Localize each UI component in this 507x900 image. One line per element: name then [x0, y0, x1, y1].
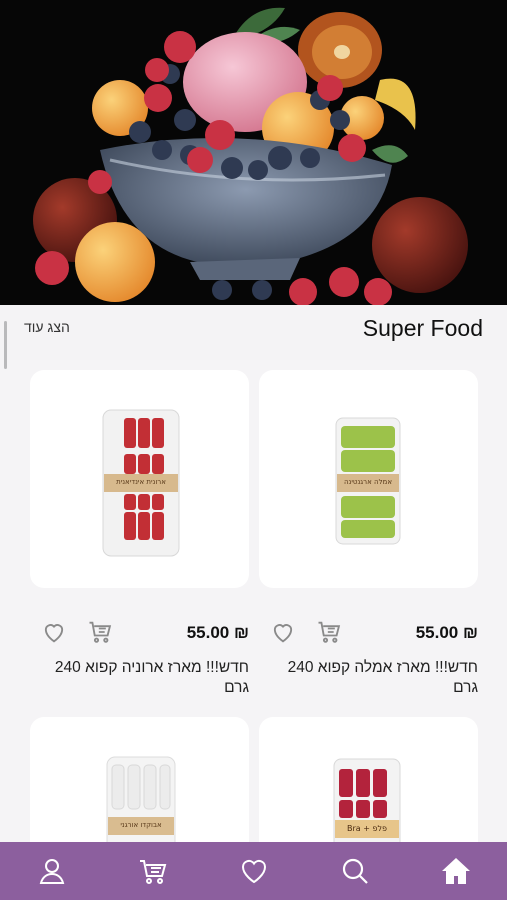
product-image[interactable]: Bra + פלפ [259, 717, 478, 842]
bottom-tab-bar [0, 842, 507, 900]
section-title: Super Food [362, 315, 483, 341]
product-image[interactable]: אבוקדו אורגני [30, 717, 249, 842]
product-name[interactable]: חדש!!! מארז ארוניה קפוא 240 גרם [30, 658, 249, 698]
package-label: ארונית אינדיאנית [116, 478, 166, 486]
add-to-cart-icon[interactable] [86, 618, 114, 646]
product-actions: ₪ 55.00 [30, 618, 249, 648]
cart-icon[interactable] [137, 855, 169, 887]
product-name[interactable]: חדש!!! מארז אמלה קפוא 240 גרם [259, 658, 478, 698]
product-actions: ₪ 55.00 [259, 618, 478, 648]
user-icon[interactable] [36, 855, 68, 887]
hero-banner-image [0, 0, 507, 305]
favorite-heart-icon[interactable] [40, 618, 68, 646]
product-card[interactable]: ארונית אינדיאנית ₪ 55.00 חדש!!! מארז ארו… [30, 370, 249, 696]
product-card[interactable]: Bra + פלפ [259, 717, 478, 842]
heart-icon[interactable] [238, 855, 270, 887]
section-header: הצג עוד Super Food [0, 305, 507, 369]
show-more-link[interactable]: הצג עוד [24, 319, 70, 335]
product-image[interactable]: ארונית אינדיאנית [30, 370, 249, 588]
product-image[interactable]: אמלה ארגנטינה [259, 370, 478, 588]
add-to-cart-icon[interactable] [315, 618, 343, 646]
product-card[interactable]: אמלה ארגנטינה ₪ 55.00 חדש!!! מארז אמלה ק… [259, 370, 478, 696]
home-icon[interactable] [440, 855, 472, 887]
product-price: ₪ 55.00 [415, 623, 478, 642]
product-card[interactable]: אבוקדו אורגני [30, 717, 249, 842]
favorite-heart-icon[interactable] [269, 618, 297, 646]
search-icon[interactable] [339, 855, 371, 887]
package-label: Bra + פלפ [346, 824, 387, 833]
package-label: אבוקדו אורגני [120, 821, 162, 829]
product-price: ₪ 55.00 [186, 623, 249, 642]
product-grid: אמלה ארגנטינה ₪ 55.00 חדש!!! מארז אמלה ק… [0, 360, 507, 842]
package-label: אמלה ארגנטינה [343, 478, 392, 486]
